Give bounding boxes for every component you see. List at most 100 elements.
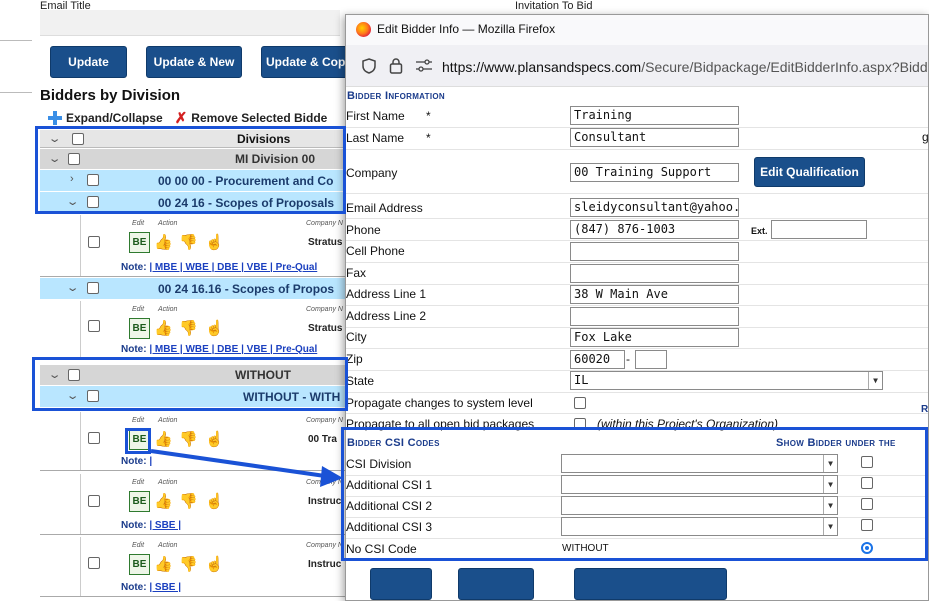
thumbs-up-icon[interactable]: 👍: [154, 492, 173, 510]
certification-links[interactable]: | MBE | WBE | DBE | VBE | Pre-Qual: [149, 344, 317, 355]
reset-button-popup[interactable]: [574, 568, 727, 600]
additional-csi-2-checkbox[interactable]: [861, 498, 873, 510]
row-checkbox[interactable]: [87, 390, 99, 402]
address-line-1-field[interactable]: 38 W Main Ave: [570, 285, 739, 304]
certification-links[interactable]: |: [149, 456, 152, 467]
remove-selected-link[interactable]: Remove Selected Bidde: [191, 111, 327, 125]
ext-field[interactable]: [771, 220, 867, 239]
divider: [0, 40, 32, 41]
chevron-down-icon[interactable]: ⌄: [48, 152, 62, 165]
bidder-edit-button[interactable]: BE: [129, 429, 150, 450]
chevron-down-icon[interactable]: ▼: [823, 476, 837, 493]
remove-icon[interactable]: ✗: [175, 109, 188, 127]
additional-csi-3-checkbox[interactable]: [861, 519, 873, 531]
chevron-down-icon[interactable]: ▼: [823, 518, 837, 535]
chevron-down-icon[interactable]: ⌄: [66, 389, 80, 402]
no-csi-code-radio[interactable]: [861, 542, 873, 554]
shield-icon[interactable]: [361, 58, 377, 74]
thumbs-down-icon[interactable]: 👎: [179, 319, 198, 337]
propagate-all-checkbox[interactable]: [574, 418, 586, 430]
bidder-edit-button[interactable]: BE: [129, 491, 150, 512]
thumbs-down-icon[interactable]: 👎: [179, 430, 198, 448]
csi-division-select[interactable]: ▼: [561, 454, 838, 473]
bidder-checkbox[interactable]: [88, 557, 100, 569]
divider: [346, 305, 928, 306]
expand-collapse-link[interactable]: Expand/Collapse: [66, 111, 163, 125]
address-bar[interactable]: https://www.plansandspecs.com/Secure/Bid…: [346, 45, 928, 87]
permissions-icon[interactable]: [415, 59, 433, 72]
cell-phone-field[interactable]: [570, 242, 739, 261]
pointing-hand-icon[interactable]: ☝: [205, 430, 224, 448]
pointing-hand-icon[interactable]: ☝: [205, 319, 224, 337]
fax-field[interactable]: [570, 264, 739, 283]
select-all-checkbox[interactable]: [72, 133, 84, 145]
lock-icon[interactable]: [389, 57, 403, 74]
update-new-button[interactable]: Update & New: [146, 46, 242, 78]
bidder-edit-button[interactable]: BE: [129, 318, 150, 339]
additional-csi-1-select[interactable]: ▼: [561, 475, 838, 494]
certification-links[interactable]: | SBE |: [149, 520, 181, 531]
row-checkbox[interactable]: [87, 282, 99, 294]
row-checkbox[interactable]: [87, 196, 99, 208]
division-row[interactable]: › 00 00 00 - Procurement and Co: [40, 170, 350, 191]
propagate-system-checkbox[interactable]: [574, 397, 586, 409]
email-title-field[interactable]: [40, 10, 340, 36]
row-checkbox[interactable]: [87, 174, 99, 186]
thumbs-up-icon[interactable]: 👍: [154, 233, 173, 251]
division-row[interactable]: ⌄ 00 24 16 - Scopes of Proposals: [40, 192, 350, 213]
csi-division-checkbox[interactable]: [861, 456, 873, 468]
division-row[interactable]: ⌄ 00 24 16.16 - Scopes of Propos: [40, 278, 350, 299]
row-checkbox[interactable]: [68, 153, 80, 165]
bidder-checkbox[interactable]: [88, 431, 100, 444]
update-button-popup[interactable]: [370, 568, 432, 600]
email-field[interactable]: sleidyconsultant@yahoo.co: [570, 198, 739, 217]
bidder-checkbox[interactable]: [88, 236, 100, 248]
phone-field[interactable]: (847) 876-1003: [570, 220, 739, 239]
bidder-checkbox[interactable]: [88, 320, 100, 332]
url-text[interactable]: https://www.plansandspecs.com/Secure/Bid…: [442, 59, 928, 75]
cancel-button-popup[interactable]: [458, 568, 534, 600]
chevron-down-icon[interactable]: ▼: [868, 372, 882, 389]
email-title-label: Email Title: [40, 0, 91, 12]
pointing-hand-icon[interactable]: ☝: [205, 492, 224, 510]
address-line-2-field[interactable]: [570, 307, 739, 326]
thumbs-down-icon[interactable]: 👎: [179, 555, 198, 573]
chevron-down-icon[interactable]: ▼: [823, 455, 837, 472]
city-field[interactable]: Fox Lake: [570, 328, 739, 347]
zip-ext-field[interactable]: [635, 350, 667, 369]
bidder-edit-button[interactable]: BE: [129, 554, 150, 575]
chevron-down-icon[interactable]: ⌄: [66, 195, 80, 208]
certification-links[interactable]: | MBE | WBE | DBE | VBE | Pre-Qual: [149, 262, 317, 273]
chevron-down-icon[interactable]: ▼: [823, 497, 837, 514]
bidder-checkbox[interactable]: [88, 494, 100, 507]
zip-field[interactable]: 60020: [570, 350, 625, 369]
edit-qualification-button[interactable]: Edit Qualification: [754, 157, 865, 187]
bidder-edit-button[interactable]: BE: [129, 232, 150, 253]
update-button[interactable]: Update: [50, 46, 127, 78]
chevron-down-icon[interactable]: ⌄: [48, 132, 62, 145]
additional-csi-3-select[interactable]: ▼: [561, 517, 838, 536]
division-row[interactable]: ⌄ WITHOUT: [40, 365, 350, 385]
thumbs-up-icon[interactable]: 👍: [154, 319, 173, 337]
company-field[interactable]: 00 Training Support: [570, 163, 739, 182]
chevron-right-icon[interactable]: ›: [70, 173, 74, 185]
state-select[interactable]: IL ▼: [570, 371, 883, 390]
chevron-down-icon[interactable]: ⌄: [48, 368, 62, 381]
additional-csi-1-checkbox[interactable]: [861, 477, 873, 489]
pointing-hand-icon[interactable]: ☝: [205, 555, 224, 573]
last-name-field[interactable]: Consultant: [570, 128, 739, 147]
pointing-hand-icon[interactable]: ☝: [205, 233, 224, 251]
thumbs-up-icon[interactable]: 👍: [154, 430, 173, 448]
thumbs-down-icon[interactable]: 👎: [179, 233, 198, 251]
thumbs-down-icon[interactable]: 👎: [179, 492, 198, 510]
first-name-field[interactable]: Training: [570, 106, 739, 125]
row-checkbox[interactable]: [68, 369, 80, 381]
additional-csi-2-select[interactable]: ▼: [561, 496, 838, 515]
division-row[interactable]: ⌄ WITHOUT - WITH: [40, 386, 350, 407]
certification-links[interactable]: | SBE |: [149, 582, 181, 593]
division-row[interactable]: ⌄ MI Division 00: [40, 149, 350, 169]
update-copy-button[interactable]: Update & Cop: [261, 46, 351, 78]
thumbs-up-icon[interactable]: 👍: [154, 555, 173, 573]
chevron-down-icon[interactable]: ⌄: [66, 281, 80, 294]
expand-icon[interactable]: [48, 111, 62, 125]
